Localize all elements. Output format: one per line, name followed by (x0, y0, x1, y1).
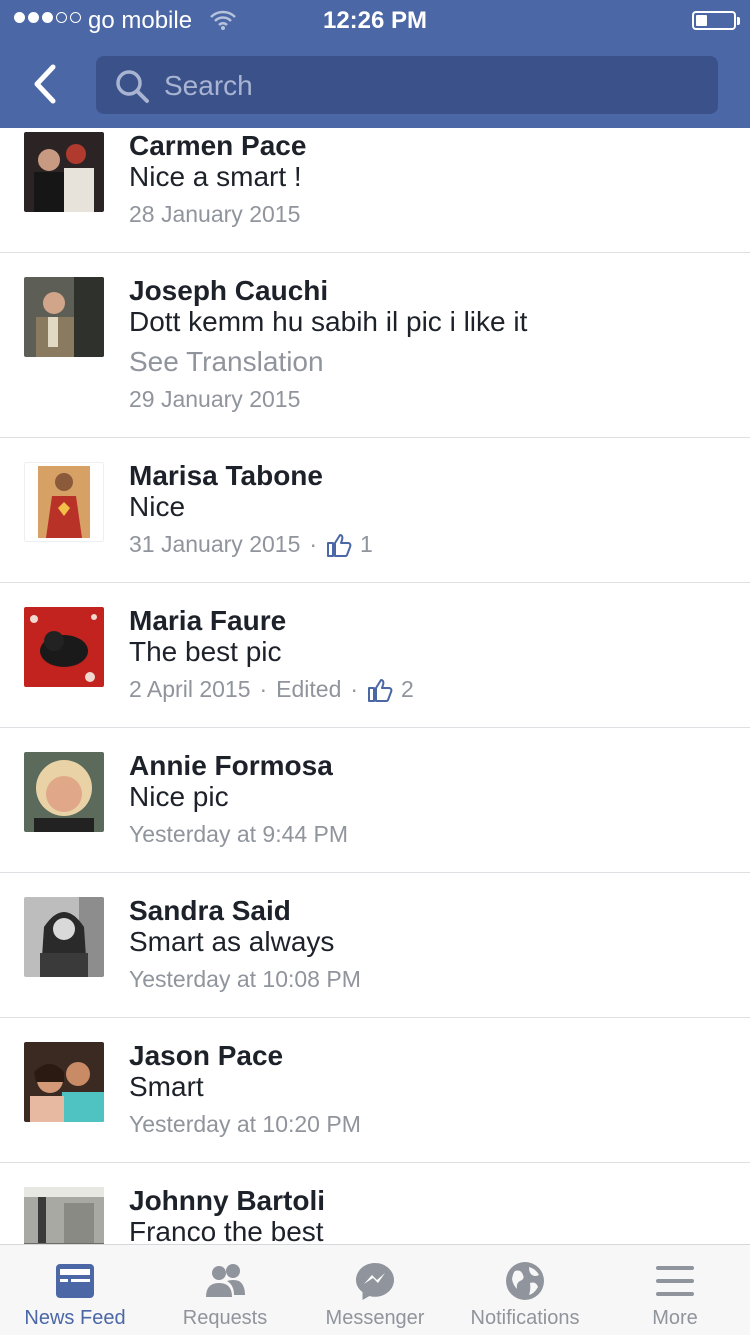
tab-label: Requests (182, 1307, 268, 1329)
search-bar[interactable] (96, 56, 718, 116)
like-icon[interactable] (326, 532, 352, 558)
like-count: 2 (401, 676, 414, 702)
avatar[interactable] (24, 462, 104, 542)
comment-meta: 31 January 2015 · 1 (129, 531, 373, 558)
edited-label[interactable]: Edited (276, 676, 341, 703)
top-bar: go mobile 12:26 PM (0, 0, 750, 128)
comment-meta: Yesterday at 9:44 PM (129, 821, 348, 848)
commenter-name[interactable]: Sandra Said (129, 895, 291, 927)
tab-notifications[interactable]: Notifications (450, 1245, 600, 1335)
comment-item: Johnny Bartoli Franco the best (0, 1163, 750, 1244)
comment-text: Nice pic (129, 781, 229, 812)
search-input[interactable] (162, 56, 706, 116)
tab-messenger[interactable]: Messenger (300, 1245, 450, 1335)
tab-bar: News Feed Requests Messenger Notificatio… (0, 1244, 750, 1335)
comment-date: Yesterday at 10:08 PM (129, 966, 361, 992)
comment-item: Jason Pace Smart Yesterday at 10:20 PM (0, 1018, 750, 1163)
comment-item: Maria Faure The best pic 2 April 2015 · … (0, 583, 750, 728)
like-count: 1 (360, 531, 373, 557)
tab-label: Messenger (325, 1307, 425, 1329)
see-translation-link[interactable]: See Translation (129, 346, 324, 378)
globe-icon (506, 1262, 544, 1300)
comment-meta: 28 January 2015 (129, 201, 300, 228)
battery-icon (692, 11, 740, 30)
comment-text: Smart (129, 1071, 204, 1102)
commenter-name[interactable]: Marisa Tabone (129, 460, 323, 492)
comment-text: Nice (129, 491, 186, 522)
tab-requests[interactable]: Requests (150, 1245, 300, 1335)
menu-icon (656, 1266, 694, 1296)
comment-item: Sandra Said Smart as always Yesterday at… (0, 873, 750, 1018)
tab-label: More (652, 1307, 698, 1329)
avatar[interactable] (24, 132, 104, 212)
comment-text: Nice a smart ! (129, 161, 302, 192)
commenter-name[interactable]: Johnny Bartoli (129, 1185, 325, 1217)
status-bar: go mobile 12:26 PM (0, 0, 750, 40)
chevron-left-icon (34, 64, 56, 104)
tab-more[interactable]: More (600, 1245, 750, 1335)
status-time: 12:26 PM (322, 7, 428, 34)
commenter-name[interactable]: Joseph Cauchi (129, 275, 328, 307)
tab-label: Notifications (470, 1307, 580, 1329)
tab-news-feed[interactable]: News Feed (0, 1245, 150, 1335)
news-feed-icon (56, 1264, 94, 1298)
commenter-name[interactable]: Maria Faure (129, 605, 286, 637)
commenter-name[interactable]: Jason Pace (129, 1040, 283, 1072)
comment-meta: 29 January 2015 (129, 386, 300, 413)
comment-list[interactable]: Carmen Pace Nice a smart ! 28 January 20… (0, 128, 750, 1244)
comment-text: The best pic (129, 636, 282, 667)
comment-item: Marisa Tabone Nice 31 January 2015 · 1 (0, 438, 750, 583)
avatar[interactable] (24, 607, 104, 687)
comment-date: 28 January 2015 (129, 201, 301, 227)
comment-text: Franco the best (129, 1216, 324, 1244)
tab-label: News Feed (24, 1307, 126, 1329)
comment-date: 29 January 2015 (129, 386, 301, 412)
back-button[interactable] (20, 60, 68, 108)
comment-item: Joseph Cauchi Dott kemm hu sabih il pic … (0, 253, 750, 438)
comment-date: Yesterday at 9:44 PM (129, 821, 349, 847)
messenger-icon (356, 1263, 394, 1300)
friend-requests-icon (206, 1264, 245, 1297)
comment-date: 2 April 2015 (129, 676, 251, 702)
avatar[interactable] (24, 752, 104, 832)
avatar[interactable] (24, 1187, 104, 1244)
like-icon[interactable] (367, 677, 393, 703)
comment-meta: Yesterday at 10:08 PM (129, 966, 361, 993)
comment-meta: 2 April 2015 · Edited · 2 (129, 676, 414, 703)
comment-text: Dott kemm hu sabih il pic i like it (129, 306, 528, 337)
comment-date: 31 January 2015 (129, 531, 301, 557)
avatar[interactable] (24, 897, 104, 977)
avatar[interactable] (24, 1042, 104, 1122)
commenter-name[interactable]: Annie Formosa (129, 750, 333, 782)
avatar[interactable] (24, 277, 104, 357)
search-icon (114, 68, 150, 109)
commenter-name[interactable]: Carmen Pace (129, 130, 306, 162)
comment-item: Carmen Pace Nice a smart ! 28 January 20… (0, 128, 750, 253)
comment-item: Annie Formosa Nice pic Yesterday at 9:44… (0, 728, 750, 873)
comment-meta: Yesterday at 10:20 PM (129, 1111, 361, 1138)
comment-text: Smart as always (129, 926, 335, 957)
comment-date: Yesterday at 10:20 PM (129, 1111, 361, 1137)
